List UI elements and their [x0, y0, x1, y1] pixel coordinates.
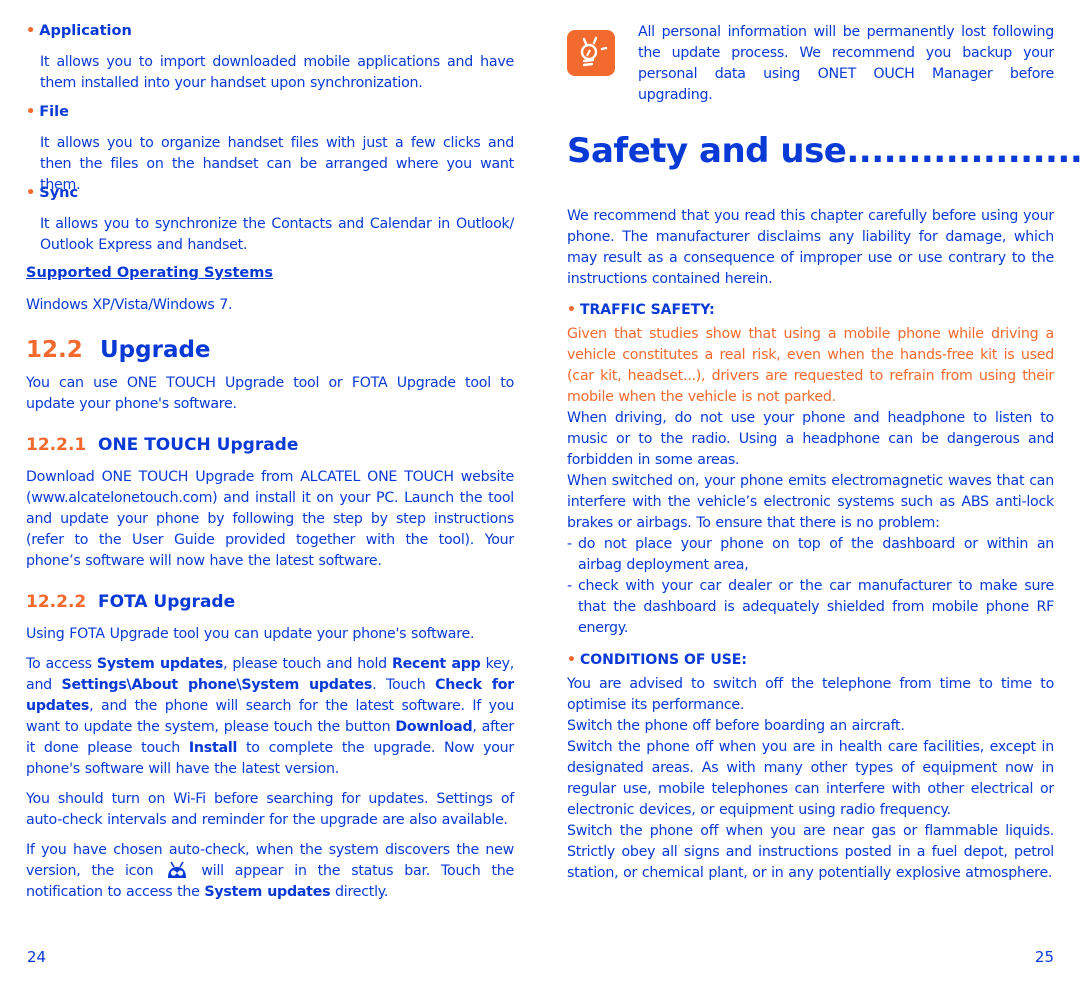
- bullet-heading-sync: • Sync: [26, 185, 79, 201]
- section-number: 12.2: [26, 337, 83, 363]
- conditions-paragraph: You are advised to switch off the teleph…: [567, 676, 1054, 713]
- bullet-dot: •: [26, 23, 36, 39]
- fota-autocheck-note: If you have chosen auto-check, when the …: [26, 842, 514, 900]
- traffic-safety-warning: Given that studies show that using a mob…: [567, 326, 1054, 405]
- subsection-number: 12.2.1: [26, 435, 87, 455]
- tip-text: All personal information will be permane…: [638, 24, 1054, 103]
- lightbulb-tip-icon: [567, 30, 615, 76]
- file-description: It allows you to organize handset files …: [40, 135, 514, 193]
- bullet-heading-file: • File: [26, 104, 69, 120]
- safety-intro: We recommend that you read this chapter …: [567, 208, 1054, 287]
- subsection-heading-fota: 12.2.2 FOTA Upgrade: [26, 592, 514, 612]
- bullet-dot: •: [567, 302, 576, 318]
- fota-wifi-note: You should turn on Wi-Fi before searchin…: [26, 791, 514, 828]
- bullet-dot: •: [26, 185, 36, 201]
- subsection-title: ONE TOUCH Upgrade: [98, 435, 299, 455]
- subsection-heading-one-touch: 12.2.1 ONE TOUCH Upgrade: [26, 435, 514, 455]
- dash-list-item: - do not place your phone on top of the …: [567, 536, 1054, 573]
- bullet-dot: •: [567, 652, 576, 668]
- application-description: It allows you to import downloaded mobil…: [40, 54, 514, 91]
- page-number-right: 25: [1034, 948, 1054, 966]
- chapter-title: Safety and use......................: [567, 131, 1080, 171]
- supported-os-heading: Supported Operating Systems: [26, 265, 273, 281]
- section-heading-upgrade: 12.2 Upgrade: [26, 337, 514, 363]
- traffic-headphone-text: When driving, do not use your phone and …: [567, 410, 1054, 468]
- traffic-safety-heading: • TRAFFIC SAFETY:: [567, 302, 715, 318]
- dash-list-item: - check with your car dealer or the car …: [567, 578, 1054, 636]
- conditions-of-use-body: You are advised to switch off the teleph…: [567, 674, 1054, 884]
- conditions-paragraph: Switch the phone off before boarding an …: [567, 718, 905, 734]
- conditions-paragraph: Switch the phone off when you are near g…: [567, 823, 1054, 881]
- subsection-title: FOTA Upgrade: [98, 592, 236, 612]
- conditions-of-use-heading: • CONDITIONS OF USE:: [567, 652, 747, 668]
- subsection-number: 12.2.2: [26, 592, 87, 612]
- upgrade-intro: You can use ONE TOUCH Upgrade tool or FO…: [26, 375, 514, 412]
- section-title: Upgrade: [100, 337, 211, 363]
- one-touch-upgrade-text: Download ONE TOUCH Upgrade from ALCATEL …: [26, 469, 514, 569]
- fota-intro: Using FOTA Upgrade tool you can update y…: [26, 626, 475, 642]
- conditions-paragraph: Switch the phone off when you are in hea…: [567, 739, 1054, 818]
- system-update-android-icon: [166, 861, 188, 879]
- bullet-dot: •: [26, 104, 36, 120]
- traffic-emission-text: When switched on, your phone emits elect…: [567, 473, 1054, 531]
- supported-os-text: Windows XP/Vista/Windows 7.: [26, 297, 233, 313]
- page-number-left: 24: [27, 948, 47, 966]
- fota-access-instructions: To access System updates, please touch a…: [26, 656, 515, 777]
- sync-description: It allows you to synchronize the Contact…: [40, 216, 514, 253]
- bullet-heading-application: • Application: [26, 23, 132, 39]
